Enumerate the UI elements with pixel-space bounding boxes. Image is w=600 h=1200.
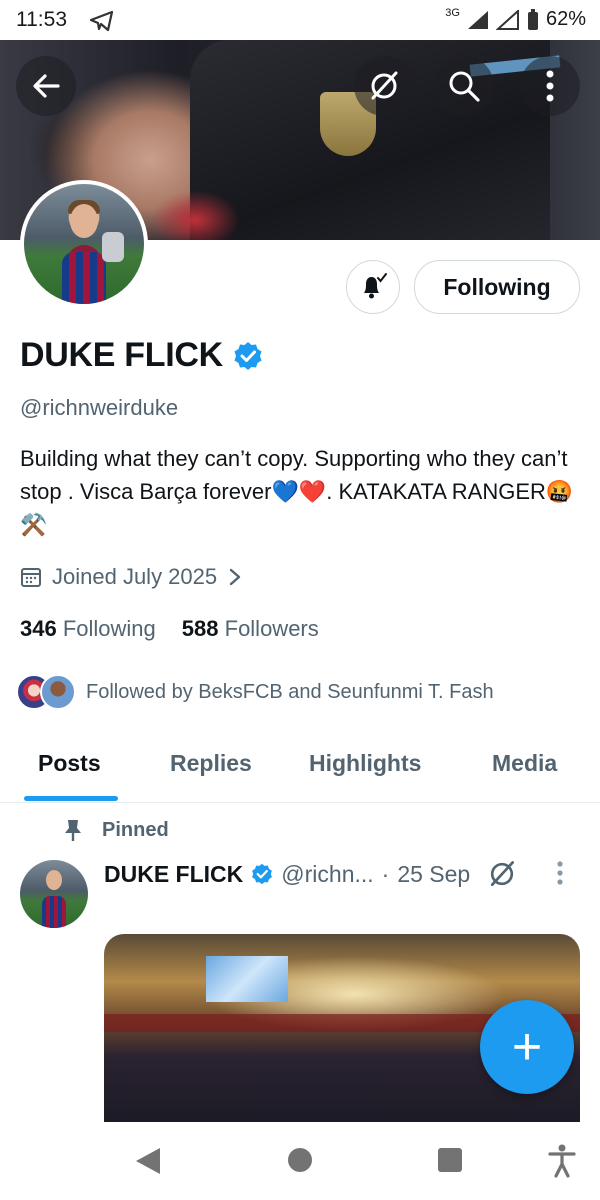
pin-icon — [65, 820, 81, 841]
status-bar: 11:53 3G 62% — [0, 0, 600, 40]
profile-avatar[interactable] — [20, 180, 148, 308]
network-type: 3G — [445, 6, 460, 19]
notifications-button[interactable] — [346, 260, 400, 314]
banner-red-blur — [150, 190, 240, 240]
tweet-avatar-face — [46, 870, 62, 890]
tweet-more-button[interactable] — [556, 860, 564, 893]
nav-recents-icon[interactable] — [438, 1148, 462, 1172]
profile-tabs: Posts Replies Highlights Media — [0, 738, 600, 803]
tweet-author-handle: @richn... — [281, 860, 374, 887]
followed-by-text: Followed by BeksFCB and Seunfunmi T. Fas… — [86, 680, 494, 703]
bell-check-icon — [364, 273, 387, 299]
mutual-avatars — [16, 674, 76, 710]
avatar-trophy — [102, 232, 124, 262]
tweet-header: DUKE FLICK @richn... · 25 Sep — [104, 858, 518, 890]
compose-button[interactable]: + — [480, 1000, 574, 1094]
profile-name-row: DUKE FLICK — [20, 336, 263, 375]
calendar-icon — [21, 568, 41, 587]
following-button[interactable]: Following — [414, 260, 580, 314]
more-vertical-icon — [557, 861, 563, 885]
tab-posts[interactable]: Posts — [38, 750, 101, 777]
status-time: 11:53 — [16, 8, 67, 31]
followers-count: 588 — [181, 616, 219, 641]
tweet-avatar-jersey — [42, 896, 66, 928]
grok-icon[interactable] — [486, 858, 518, 890]
grok-button[interactable] — [354, 56, 414, 116]
profile-bio: Building what they can’t copy. Supportin… — [20, 446, 574, 537]
accessibility-icon[interactable] — [548, 1144, 576, 1178]
verified-badge-icon[interactable] — [233, 341, 263, 371]
active-tab-indicator — [24, 796, 118, 801]
followers-stat[interactable]: 588 Followers — [182, 616, 319, 642]
pinned-label: Pinned — [102, 818, 169, 841]
tab-media[interactable]: Media — [492, 750, 557, 777]
status-icons: 3G 62% — [445, 6, 586, 31]
avatar-face — [70, 204, 98, 238]
verified-badge-icon — [252, 863, 273, 885]
tab-highlights[interactable]: Highlights — [309, 750, 421, 777]
search-icon — [449, 71, 480, 102]
back-button[interactable] — [16, 56, 76, 116]
more-button[interactable] — [520, 56, 580, 116]
tab-replies[interactable]: Replies — [170, 750, 252, 777]
battery-icon — [527, 8, 538, 30]
joined-date[interactable]: Joined July 2025 — [20, 564, 243, 590]
followed-by[interactable]: Followed by BeksFCB and Seunfunmi T. Fas… — [16, 674, 494, 710]
follow-stats: 346 Following 588 Followers — [20, 616, 319, 642]
telegram-icon — [90, 10, 114, 32]
avatar-jersey — [62, 252, 106, 304]
search-button[interactable] — [434, 56, 494, 116]
profile-handle: @richnweirduke — [20, 395, 179, 420]
following-count: 346 — [20, 616, 57, 641]
tweet-author-name[interactable]: DUKE FLICK — [104, 861, 243, 888]
joined-label: Joined July 2025 — [52, 564, 218, 589]
mutual-avatar-2 — [40, 674, 76, 710]
pinned-indicator: Pinned — [62, 818, 169, 842]
battery-level: 62% — [545, 8, 586, 30]
signal-no-data-icon — [495, 9, 519, 30]
following-stat[interactable]: 346 Following — [20, 616, 156, 642]
signal-icon — [467, 10, 488, 29]
chevron-right-icon — [229, 568, 241, 586]
media-screen — [206, 956, 288, 1002]
tweet-author-avatar[interactable] — [20, 860, 88, 928]
nav-home-icon[interactable] — [288, 1148, 312, 1172]
tweet-separator: · — [381, 860, 390, 887]
arrow-left-icon — [33, 74, 60, 98]
profile-name: DUKE FLICK — [20, 336, 223, 374]
tweet-date: 25 Sep — [397, 860, 471, 887]
followers-label: Followers — [224, 616, 319, 641]
nav-back-icon[interactable] — [136, 1148, 160, 1174]
following-label: Following — [62, 616, 156, 641]
more-vertical-icon — [546, 70, 554, 102]
grok-icon — [371, 71, 398, 100]
